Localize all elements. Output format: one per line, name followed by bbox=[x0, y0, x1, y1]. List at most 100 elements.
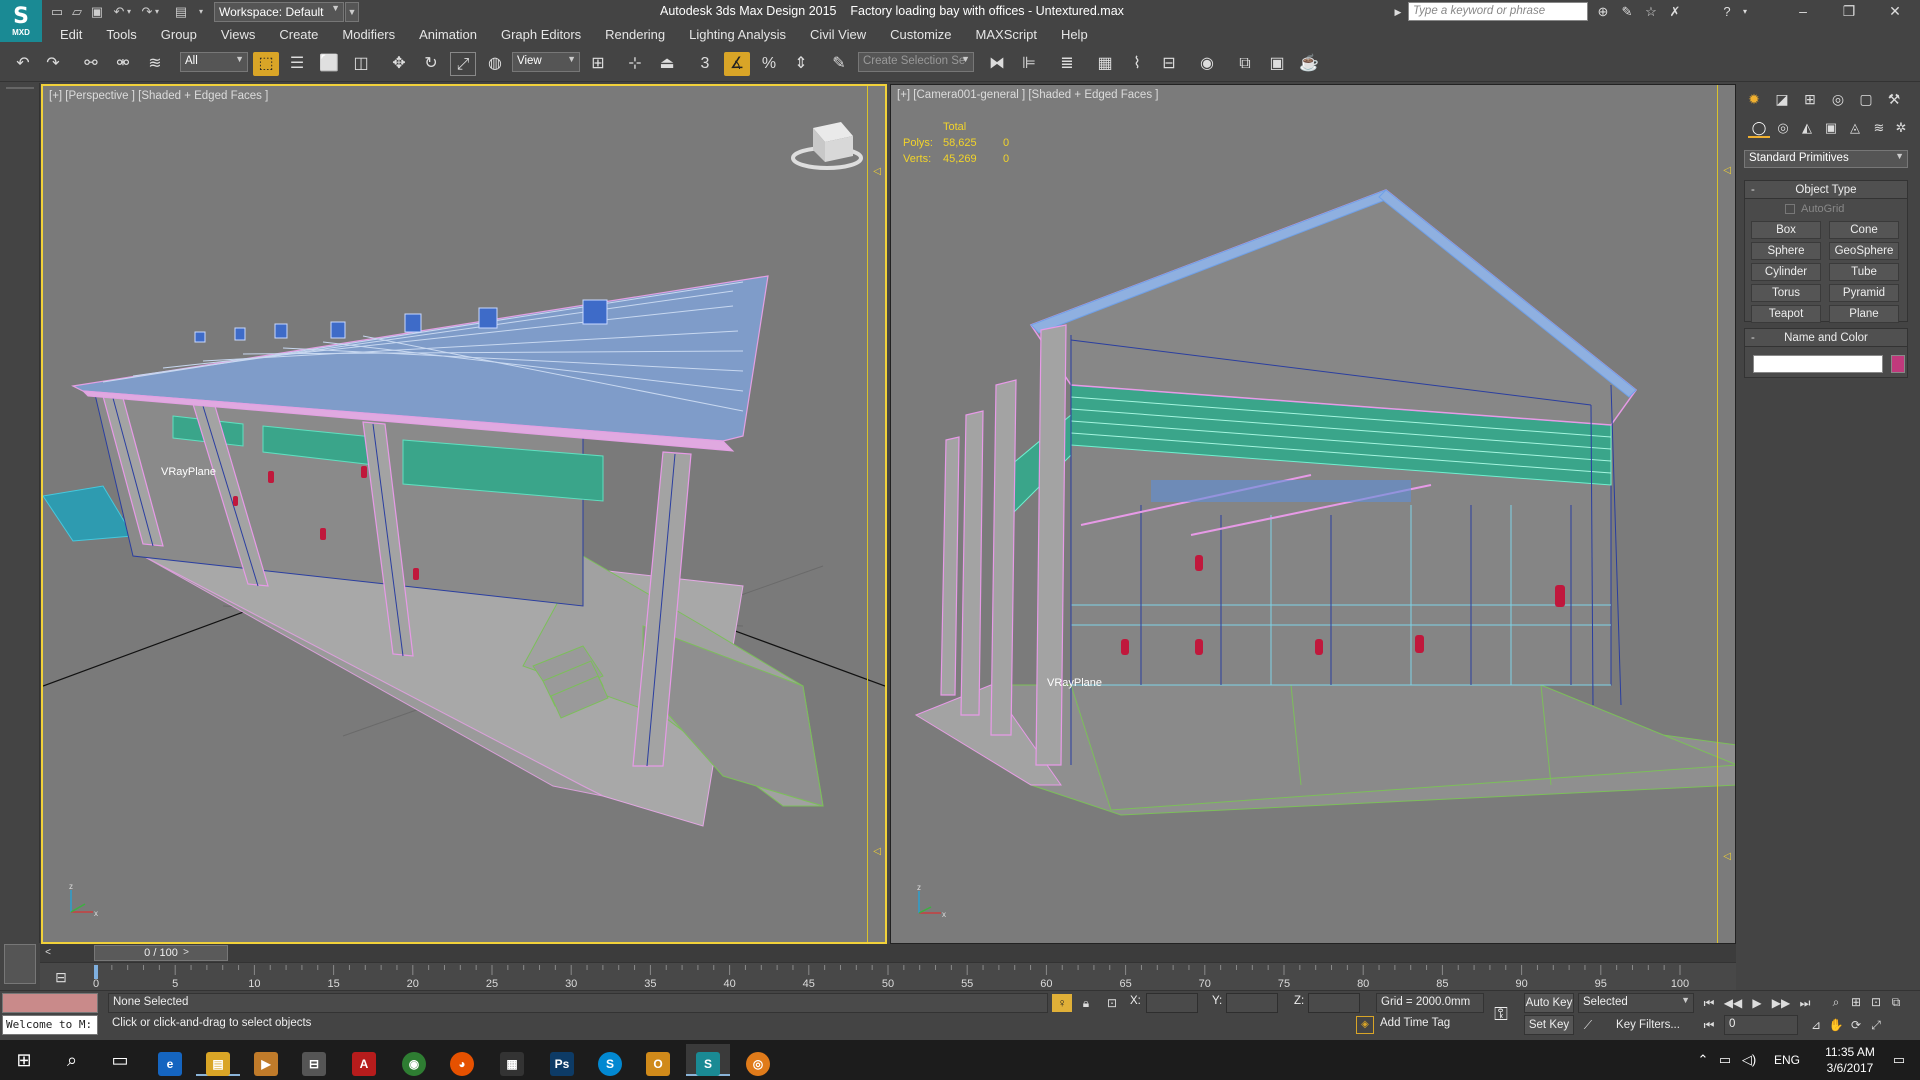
select-manipulate-icon[interactable]: ⊹ bbox=[622, 52, 648, 76]
notifications-icon[interactable]: ▭ bbox=[1890, 1050, 1908, 1070]
maximize-viewport-icon[interactable]: ⤢ bbox=[1866, 1016, 1886, 1034]
binoculars-icon[interactable]: ⊕ bbox=[1594, 3, 1612, 21]
firefox-icon[interactable]: ◕ bbox=[440, 1044, 484, 1076]
redo-icon[interactable]: ↷ bbox=[40, 52, 66, 76]
layer-manager-icon[interactable]: ≣ bbox=[1054, 52, 1080, 76]
workspace-select[interactable]: Workspace: Default ▼ bbox=[214, 2, 344, 22]
percent-snap-icon[interactable]: % bbox=[756, 52, 782, 76]
menu-modifiers[interactable]: Modifiers bbox=[330, 24, 407, 46]
previous-key-icon[interactable]: ◀◀ bbox=[1722, 994, 1744, 1012]
cylinder-button[interactable]: Cylinder bbox=[1751, 263, 1821, 281]
photoshop-icon[interactable]: Ps bbox=[540, 1044, 584, 1076]
utilities-tab-icon[interactable]: ⚒ bbox=[1882, 88, 1906, 110]
favorites-icon[interactable]: ☆ bbox=[1642, 3, 1660, 21]
material-editor-icon[interactable]: ◉ bbox=[1194, 52, 1220, 76]
set-keys-icon[interactable]: ⚿ bbox=[1488, 1003, 1514, 1025]
geosphere-button[interactable]: GeoSphere bbox=[1829, 242, 1899, 260]
next-frame-icon[interactable]: > bbox=[180, 946, 192, 960]
redo-dropdown-icon[interactable]: ▾ bbox=[152, 3, 162, 21]
unlink-selection-icon[interactable]: ⚮ bbox=[110, 52, 136, 76]
plane-button[interactable]: Plane bbox=[1829, 305, 1899, 323]
pyramid-button[interactable]: Pyramid bbox=[1829, 284, 1899, 302]
menu-rendering[interactable]: Rendering bbox=[593, 24, 677, 46]
selection-lock-icon[interactable]: 🔒︎ bbox=[1076, 994, 1096, 1012]
y-coordinate-input[interactable] bbox=[1226, 993, 1278, 1013]
pan-view-icon[interactable]: ✋ bbox=[1826, 1016, 1846, 1034]
minimize-button[interactable]: – bbox=[1780, 0, 1826, 24]
field-of-view-icon[interactable]: ⊿ bbox=[1806, 1016, 1826, 1034]
scene-explorer-icon[interactable]: ▦ bbox=[1092, 52, 1118, 76]
torus-button[interactable]: Torus bbox=[1751, 284, 1821, 302]
menu-tools[interactable]: Tools bbox=[94, 24, 148, 46]
primitive-category-select[interactable]: Standard Primitives ▼ bbox=[1744, 150, 1908, 168]
sphere-button[interactable]: Sphere bbox=[1751, 242, 1821, 260]
window-crossing-icon[interactable]: ◫ bbox=[348, 52, 374, 76]
edit-named-selection-icon[interactable]: ✎ bbox=[826, 52, 852, 76]
key-mode-select[interactable]: Selected ▼ bbox=[1578, 993, 1694, 1013]
zoom-extents-icon[interactable]: ⊡ bbox=[1866, 993, 1886, 1011]
orbit-icon[interactable]: ⟳ bbox=[1846, 1016, 1866, 1034]
viewport-label[interactable]: [+] [Perspective ] [Shaded + Edged Faces… bbox=[49, 90, 268, 102]
go-to-start-icon[interactable]: ⏮ bbox=[1698, 994, 1720, 1012]
input-language[interactable]: ENG bbox=[1774, 1053, 1800, 1067]
perspective-viewport[interactable]: [+] [Perspective ] [Shaded + Edged Faces… bbox=[41, 84, 887, 944]
3ds-max-taskbar-icon[interactable]: S bbox=[686, 1044, 730, 1076]
calculator-icon[interactable]: ▦ bbox=[490, 1044, 534, 1076]
lights-icon[interactable]: ◭ bbox=[1796, 118, 1818, 138]
menu-edit[interactable]: Edit bbox=[48, 24, 94, 46]
select-by-name-icon[interactable]: ☰ bbox=[284, 52, 310, 76]
viewcube[interactable] bbox=[791, 122, 863, 170]
menu-graph-editors[interactable]: Graph Editors bbox=[489, 24, 593, 46]
cameras-icon[interactable]: ▣ bbox=[1820, 118, 1842, 138]
zoom-extents-all-icon[interactable]: ⧉ bbox=[1886, 993, 1906, 1011]
set-key-button[interactable]: Set Key bbox=[1524, 1015, 1574, 1035]
zoom-all-icon[interactable]: ⊞ bbox=[1846, 993, 1866, 1011]
expand-search-icon[interactable]: ▶ bbox=[1392, 3, 1404, 21]
store-icon[interactable]: ⊟ bbox=[292, 1044, 336, 1076]
select-and-rotate-icon[interactable]: ↻ bbox=[418, 52, 444, 76]
mirror-icon[interactable]: ⧓ bbox=[984, 52, 1010, 76]
menu-civil-view[interactable]: Civil View bbox=[798, 24, 878, 46]
network-icon[interactable]: ▭ bbox=[1716, 1050, 1734, 1070]
render-production-icon[interactable]: ☕ bbox=[1296, 52, 1322, 76]
edge-browser-icon[interactable]: e bbox=[148, 1044, 192, 1076]
maxscript-listener-input[interactable] bbox=[2, 993, 98, 1013]
volume-icon[interactable]: ◁) bbox=[1740, 1050, 1758, 1070]
restore-button[interactable]: ❐ bbox=[1826, 0, 1872, 24]
search-input[interactable]: Type a keyword or phrase bbox=[1408, 2, 1588, 21]
select-and-link-icon[interactable]: ⚯ bbox=[78, 52, 104, 76]
camera-viewport[interactable]: [+] [Camera001-general ] [Shaded + Edged… bbox=[890, 84, 1736, 944]
reference-coordinate-select[interactable]: View ▼ bbox=[512, 52, 580, 72]
bind-to-space-warp-icon[interactable]: ≋ bbox=[142, 52, 168, 76]
close-button[interactable]: ✕ bbox=[1872, 0, 1918, 24]
subscription-center-icon[interactable]: ✎ bbox=[1618, 3, 1636, 21]
play-icon[interactable]: ▶ bbox=[1746, 994, 1768, 1012]
chrome-icon[interactable]: ◉ bbox=[392, 1044, 436, 1076]
menu-views[interactable]: Views bbox=[209, 24, 267, 46]
menu-create[interactable]: Create bbox=[267, 24, 330, 46]
workspace-more-button[interactable]: ▼ bbox=[345, 2, 359, 22]
system-clock[interactable]: 11:35 AM 3/6/2017 bbox=[1818, 1044, 1882, 1076]
maxscript-listener-output[interactable]: Welcome to M: bbox=[2, 1015, 98, 1035]
select-and-scale-icon[interactable]: ⤢ bbox=[450, 52, 476, 76]
current-frame-input[interactable]: 0 bbox=[1724, 1015, 1798, 1035]
modify-tab-icon[interactable]: ◪ bbox=[1770, 88, 1794, 110]
save-file-icon[interactable]: ▣ bbox=[88, 3, 106, 21]
select-and-move-icon[interactable]: ✥ bbox=[386, 52, 412, 76]
project-folder-icon[interactable]: ▤ bbox=[172, 3, 190, 21]
auto-key-button[interactable]: Auto Key bbox=[1524, 993, 1574, 1013]
create-tab-icon[interactable]: ✹ bbox=[1742, 88, 1766, 110]
menu-help[interactable]: Help bbox=[1049, 24, 1100, 46]
menu-maxscript[interactable]: MAXScript bbox=[964, 24, 1049, 46]
schematic-view-icon[interactable]: ⊟ bbox=[1156, 52, 1182, 76]
new-scene-icon[interactable]: ▭ bbox=[48, 3, 66, 21]
cone-button[interactable]: Cone bbox=[1829, 221, 1899, 239]
undo-dropdown-icon[interactable]: ▾ bbox=[124, 3, 134, 21]
mini-curve-editor-toggle[interactable] bbox=[4, 944, 36, 984]
pivot-center-icon[interactable]: ⊞ bbox=[585, 52, 611, 76]
show-hidden-icons-icon[interactable]: ⌃ bbox=[1694, 1050, 1712, 1070]
key-mode-toggle-icon[interactable]: ⏮ bbox=[1698, 1016, 1720, 1034]
acrobat-icon[interactable]: A bbox=[342, 1044, 386, 1076]
application-button[interactable]: S MXD bbox=[0, 0, 42, 42]
open-file-icon[interactable]: ▱ bbox=[68, 3, 86, 21]
